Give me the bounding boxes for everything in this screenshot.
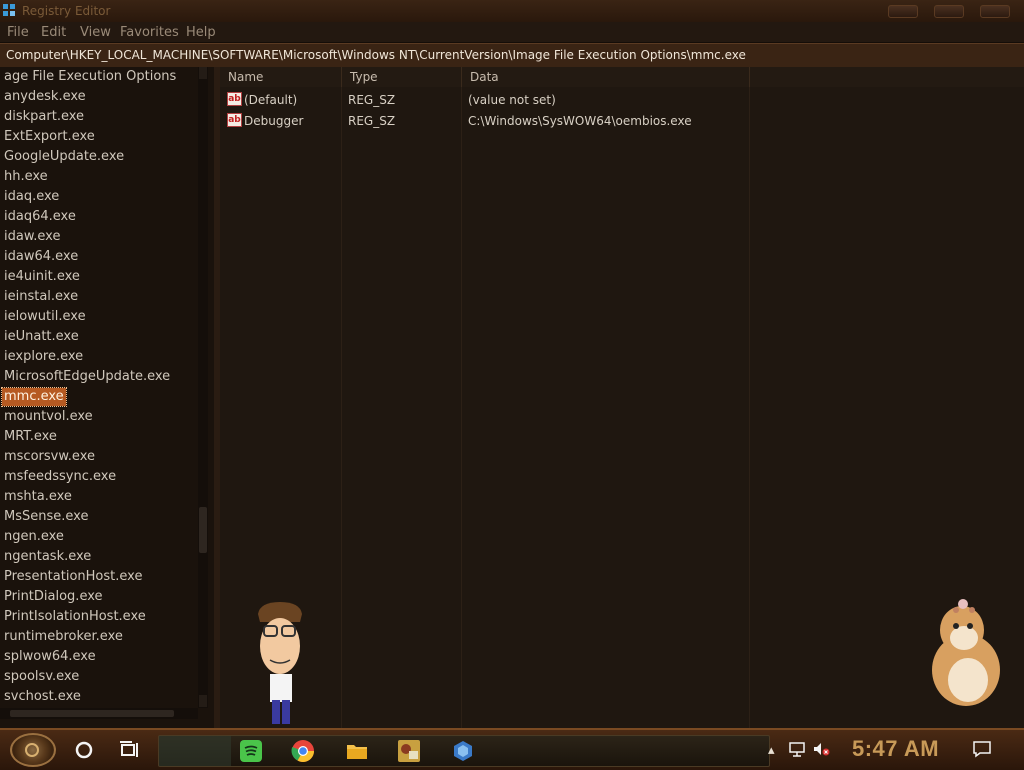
column-header-data[interactable]: Data [462, 67, 750, 87]
tree-item[interactable]: mountvol.exe [2, 408, 95, 426]
menu-edit[interactable]: Edit [41, 25, 66, 40]
title-bar[interactable]: Registry Editor [0, 0, 1024, 22]
tree-item[interactable]: GoogleUpdate.exe [2, 148, 126, 166]
column-divider [749, 87, 750, 728]
start-orb-icon[interactable] [10, 733, 56, 767]
tree-item[interactable]: mshta.exe [2, 488, 74, 506]
tree-item[interactable]: MicrosoftEdgeUpdate.exe [2, 368, 172, 386]
minimize-button[interactable] [888, 5, 918, 18]
tree-item[interactable]: mscorsvw.exe [2, 448, 97, 466]
maximize-button[interactable] [934, 5, 964, 18]
registry-editor-icon [3, 4, 15, 16]
tree-item[interactable]: ExtExport.exe [2, 128, 97, 146]
tree-item[interactable]: idaq64.exe [2, 208, 78, 226]
game-app-icon[interactable] [397, 739, 421, 763]
key-tree-pane[interactable]: age File Execution Options anydesk.exe dis… [0, 67, 214, 728]
column-divider [461, 87, 462, 728]
tree-item[interactable]: MsSense.exe [2, 508, 90, 526]
menu-bar: File Edit View Favorites Help [0, 22, 1024, 43]
value-type: REG_SZ [348, 93, 396, 107]
scroll-down-arrow[interactable] [199, 695, 207, 707]
value-type: REG_SZ [348, 114, 396, 128]
tree-item[interactable]: svchost.exe [2, 688, 83, 706]
values-list-view[interactable]: Name Type Data ab (Default) REG_SZ (valu… [220, 67, 1024, 728]
tree-item[interactable]: MRT.exe [2, 428, 59, 446]
taskbar-apps-panel [158, 735, 770, 767]
menu-favorites[interactable]: Favorites [120, 25, 179, 40]
file-explorer-icon[interactable] [345, 739, 369, 763]
column-header-type[interactable]: Type [342, 67, 462, 87]
network-icon[interactable] [788, 740, 806, 758]
tree-item[interactable]: msfeedssync.exe [2, 468, 118, 486]
value-data: (value not set) [468, 93, 556, 107]
column-header-name[interactable]: Name [220, 67, 342, 87]
tree-item[interactable]: age File Execution Options [2, 68, 178, 86]
close-button[interactable] [980, 5, 1010, 18]
window-title: Registry Editor [22, 4, 111, 18]
running-app-highlight [159, 736, 231, 766]
value-name[interactable]: Debugger [244, 114, 303, 128]
tree-item[interactable]: runtimebroker.exe [2, 628, 125, 646]
tree-item[interactable]: idaw64.exe [2, 248, 80, 266]
address-bar[interactable]: Computer\HKEY_LOCAL_MACHINE\SOFTWARE\Mic… [0, 43, 1024, 68]
taskbar: ▴ 5:47 AM [0, 728, 1024, 770]
tree-item[interactable]: ie4uinit.exe [2, 268, 82, 286]
notifications-icon[interactable] [972, 740, 992, 758]
string-value-icon: ab [227, 92, 242, 106]
tree-item[interactable]: idaq.exe [2, 188, 61, 206]
tree-item[interactable]: ieUnatt.exe [2, 328, 81, 346]
start-orb-center [25, 743, 39, 757]
tree-item[interactable]: PrintDialog.exe [2, 588, 105, 606]
tree-item[interactable]: spoolsv.exe [2, 668, 81, 686]
tree-item[interactable]: idaw.exe [2, 228, 62, 246]
tree-item[interactable]: anydesk.exe [2, 88, 88, 106]
address-path[interactable]: Computer\HKEY_LOCAL_MACHINE\SOFTWARE\Mic… [6, 48, 746, 62]
tree-scroll-thumb[interactable] [199, 507, 207, 553]
tree-vertical-scrollbar[interactable] [198, 67, 208, 708]
app-blue-icon[interactable] [451, 739, 475, 763]
string-value-icon: ab [227, 113, 242, 127]
show-hidden-icons-chevron-icon[interactable]: ▴ [768, 742, 775, 758]
tree-hscroll-thumb[interactable] [10, 710, 174, 717]
tree-item[interactable]: PrintIsolationHost.exe [2, 608, 148, 626]
scroll-up-arrow[interactable] [199, 67, 207, 79]
task-view-icon[interactable] [118, 738, 142, 762]
key-tree-list[interactable]: age File Execution Options anydesk.exe dis… [0, 67, 198, 707]
hamster-mascot[interactable] [922, 590, 1006, 710]
taskbar-clock[interactable]: 5:47 AM [852, 736, 939, 762]
tree-item[interactable]: hh.exe [2, 168, 50, 186]
tree-item[interactable]: ieinstal.exe [2, 288, 80, 306]
column-divider [341, 87, 342, 728]
menu-file[interactable]: File [7, 25, 29, 40]
value-data: C:\Windows\SysWOW64\oembios.exe [468, 114, 692, 128]
tree-item[interactable]: iexplore.exe [2, 348, 85, 366]
volume-muted-icon[interactable] [812, 740, 830, 758]
menu-view[interactable]: View [80, 25, 111, 40]
cartoon-man-mascot[interactable] [252, 600, 308, 726]
value-name[interactable]: (Default) [244, 93, 297, 107]
tree-item[interactable]: diskpart.exe [2, 108, 86, 126]
cortana-circle-icon[interactable] [72, 738, 96, 762]
tree-horizontal-scrollbar[interactable] [0, 708, 198, 719]
tree-item[interactable]: ngen.exe [2, 528, 66, 546]
tree-item[interactable]: ielowutil.exe [2, 308, 88, 326]
tree-item-selected[interactable]: mmc.exe [1, 387, 67, 407]
column-header-blank [750, 67, 1024, 87]
menu-help[interactable]: Help [186, 25, 216, 40]
tree-item[interactable]: splwow64.exe [2, 648, 98, 666]
tree-item[interactable]: ngentask.exe [2, 548, 93, 566]
chrome-icon[interactable] [291, 739, 315, 763]
spotify-icon[interactable] [239, 739, 263, 763]
tree-item[interactable]: PresentationHost.exe [2, 568, 144, 586]
